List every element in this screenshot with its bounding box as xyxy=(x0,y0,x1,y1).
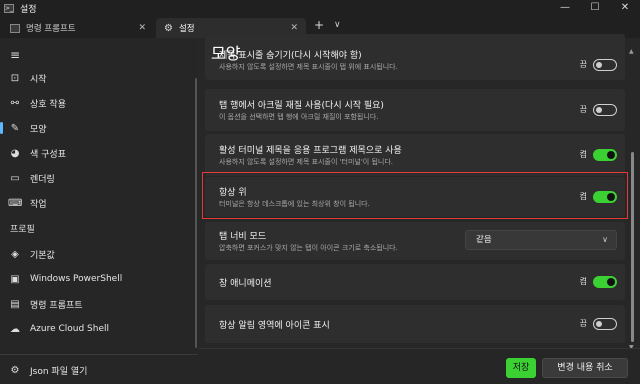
chevron-down-icon: ∨ xyxy=(602,235,608,244)
toggle-state-label: 켬 xyxy=(579,150,587,159)
open-json-button[interactable]: ⚙ Json 파일 열기 xyxy=(0,358,198,382)
minimize-button[interactable]: — xyxy=(550,0,580,16)
profiles-section-label: 프로필 xyxy=(10,225,35,235)
divider xyxy=(0,354,198,355)
startup-icon: ⊡ xyxy=(10,72,20,84)
sidebar-item-label: Azure Cloud Shell xyxy=(30,324,110,334)
toggle-state-label: 끔 xyxy=(579,105,587,114)
setting-always-show-tray-icon: 항상 알림 영역에 아이콘 표시 끔 xyxy=(205,305,625,343)
close-window-button[interactable]: ✕ xyxy=(610,0,640,16)
footer-bar: 저장 변경 내용 취소 xyxy=(198,348,640,384)
window-controls: — ☐ ✕ xyxy=(550,0,640,16)
setting-hide-titlebar: 제목 표시줄 숨기기(다시 시작해야 함) 사용하지 않도록 설정하면 제목 표… xyxy=(205,34,625,80)
scroll-up-icon[interactable]: ▲ xyxy=(629,48,634,55)
scrollbar-thumb[interactable] xyxy=(631,152,634,342)
acrylic-tab-row-toggle[interactable] xyxy=(593,104,617,116)
palette-icon: ◕ xyxy=(10,147,20,159)
open-json-label: Json 파일 열기 xyxy=(30,366,88,377)
sidebar-item-label: 렌더링 xyxy=(30,174,55,185)
layers-icon: ◈ xyxy=(11,248,19,260)
gear-icon: ⚙ xyxy=(10,364,20,376)
setting-description: 사용하지 않도록 설정하면 제목 표시줄이 탭 위에 표시됩니다. xyxy=(219,63,398,71)
sidebar-item-label: 작업 xyxy=(30,199,47,210)
sidebar-item-label: 기본값 xyxy=(30,250,55,261)
sidebar-item-startup[interactable]: ⊡ 시작 xyxy=(0,66,198,90)
sidebar-item-powershell[interactable]: ▣ Windows PowerShell xyxy=(0,267,198,291)
close-tab-icon[interactable]: ✕ xyxy=(290,23,298,33)
sidebar-item-azure[interactable]: ☁ Azure Cloud Shell xyxy=(0,317,198,341)
sidebar-item-label: 모양 xyxy=(30,124,47,135)
keyboard-icon: ⌨ xyxy=(8,197,23,209)
setting-use-terminal-title: 활성 터미널 제목을 응용 프로그램 제목으로 사용 사용하지 않도록 설정하면… xyxy=(205,134,625,176)
sidebar-item-rendering[interactable]: ▭ 렌더링 xyxy=(0,166,198,190)
settings-main: ≡ ⊡ 시작 ⚯ 상호 작용 ✎ 모양 ◕ 색 구성표 ▭ 렌더링 ⌨ 작업 프… xyxy=(0,34,640,384)
setting-title: 창 애니메이션 xyxy=(219,279,272,289)
close-tab-icon[interactable]: ✕ xyxy=(138,23,146,33)
interaction-icon: ⚯ xyxy=(10,97,20,109)
always-show-tray-icon-toggle[interactable] xyxy=(593,318,617,330)
sidebar: ≡ ⊡ 시작 ⚯ 상호 작용 ✎ 모양 ◕ 색 구성표 ▭ 렌더링 ⌨ 작업 프… xyxy=(0,38,198,384)
monitor-icon: ▭ xyxy=(10,172,20,184)
save-button[interactable]: 저장 xyxy=(506,358,536,378)
tab-command-prompt[interactable]: 명령 프롬프트 ✕ xyxy=(2,18,154,38)
sidebar-scrollbar[interactable] xyxy=(195,78,197,348)
tab-label: 설정 xyxy=(178,24,195,34)
sidebar-item-command-prompt[interactable]: ▤ 명령 프롬프트 xyxy=(0,292,198,316)
hide-titlebar-toggle[interactable] xyxy=(593,59,617,71)
maximize-button[interactable]: ☐ xyxy=(580,0,610,16)
setting-description: 사용하지 않도록 설정하면 제목 표시줄이 '터미널'이 됩니다. xyxy=(219,158,393,166)
setting-description: 이 옵션을 선택하면 탭 행에 아크릴 재질이 포함됩니다. xyxy=(219,113,379,121)
window-title: 설정 xyxy=(20,4,37,15)
terminal-icon xyxy=(10,23,20,33)
setting-tab-width-mode: 탭 너비 모드 압축하면 포커스가 맞지 않는 탭이 아이콘 크기로 축소됩니다… xyxy=(205,222,625,260)
page-title: 모양 xyxy=(211,44,241,63)
chevron-down-icon[interactable]: ∨ xyxy=(334,20,341,30)
use-terminal-title-toggle[interactable] xyxy=(593,149,617,161)
toggle-state-label: 끔 xyxy=(579,319,587,328)
setting-window-animation: 창 애니메이션 켬 xyxy=(205,264,625,300)
sidebar-item-label: 명령 프롬프트 xyxy=(30,300,83,311)
tab-label: 명령 프롬프트 xyxy=(26,24,76,34)
sidebar-item-label: 시작 xyxy=(30,74,47,85)
sidebar-item-label: Windows PowerShell xyxy=(30,274,123,284)
sidebar-item-interaction[interactable]: ⚯ 상호 작용 xyxy=(0,91,198,115)
setting-title: 탭 행에서 아크릴 재질 사용(다시 시작 필요) xyxy=(219,101,384,111)
sidebar-item-label: 상호 작용 xyxy=(30,99,66,110)
setting-title: 항상 알림 영역에 아이콘 표시 xyxy=(219,321,330,331)
sidebar-item-appearance[interactable]: ✎ 모양 xyxy=(0,116,198,140)
title-bar: >_ 설정 — ☐ ✕ xyxy=(0,0,640,16)
highlight-box xyxy=(202,172,628,219)
toggle-state-label: 끔 xyxy=(579,60,587,69)
terminal-app-icon: >_ xyxy=(4,3,14,13)
setting-title: 활성 터미널 제목을 응용 프로그램 제목으로 사용 xyxy=(219,146,402,156)
content-area: 제목 표시줄 숨기기(다시 시작해야 함) 사용하지 않도록 설정하면 제목 표… xyxy=(198,34,640,384)
discard-changes-button[interactable]: 변경 내용 취소 xyxy=(542,358,628,378)
window-animation-toggle[interactable] xyxy=(593,276,617,288)
pen-icon: ✎ xyxy=(10,122,20,134)
setting-description: 압축하면 포커스가 맞지 않는 탭이 아이콘 크기로 축소됩니다. xyxy=(219,244,398,252)
gear-icon: ⚙ xyxy=(164,22,173,34)
sidebar-item-color-schemes[interactable]: ◕ 색 구성표 xyxy=(0,141,198,165)
powershell-icon: ▣ xyxy=(10,273,20,285)
terminal-icon: ▤ xyxy=(10,298,20,310)
new-tab-button[interactable]: + xyxy=(314,18,324,32)
cloud-icon: ☁ xyxy=(10,323,20,335)
hamburger-menu-icon[interactable]: ≡ xyxy=(10,48,20,62)
content-scrollbar[interactable]: ▲ ▼ xyxy=(629,48,635,351)
select-value: 같음 xyxy=(476,235,492,245)
setting-title: 탭 너비 모드 xyxy=(219,232,267,242)
sidebar-item-label: 색 구성표 xyxy=(30,149,66,160)
toggle-state-label: 켬 xyxy=(579,277,587,286)
tab-width-mode-select[interactable]: 같음 ∨ xyxy=(465,230,617,250)
sidebar-item-actions[interactable]: ⌨ 작업 xyxy=(0,191,198,215)
sidebar-item-defaults[interactable]: ◈ 기본값 xyxy=(0,242,198,266)
setting-acrylic-tab-row: 탭 행에서 아크릴 재질 사용(다시 시작 필요) 이 옵션을 선택하면 탭 행… xyxy=(205,89,625,131)
